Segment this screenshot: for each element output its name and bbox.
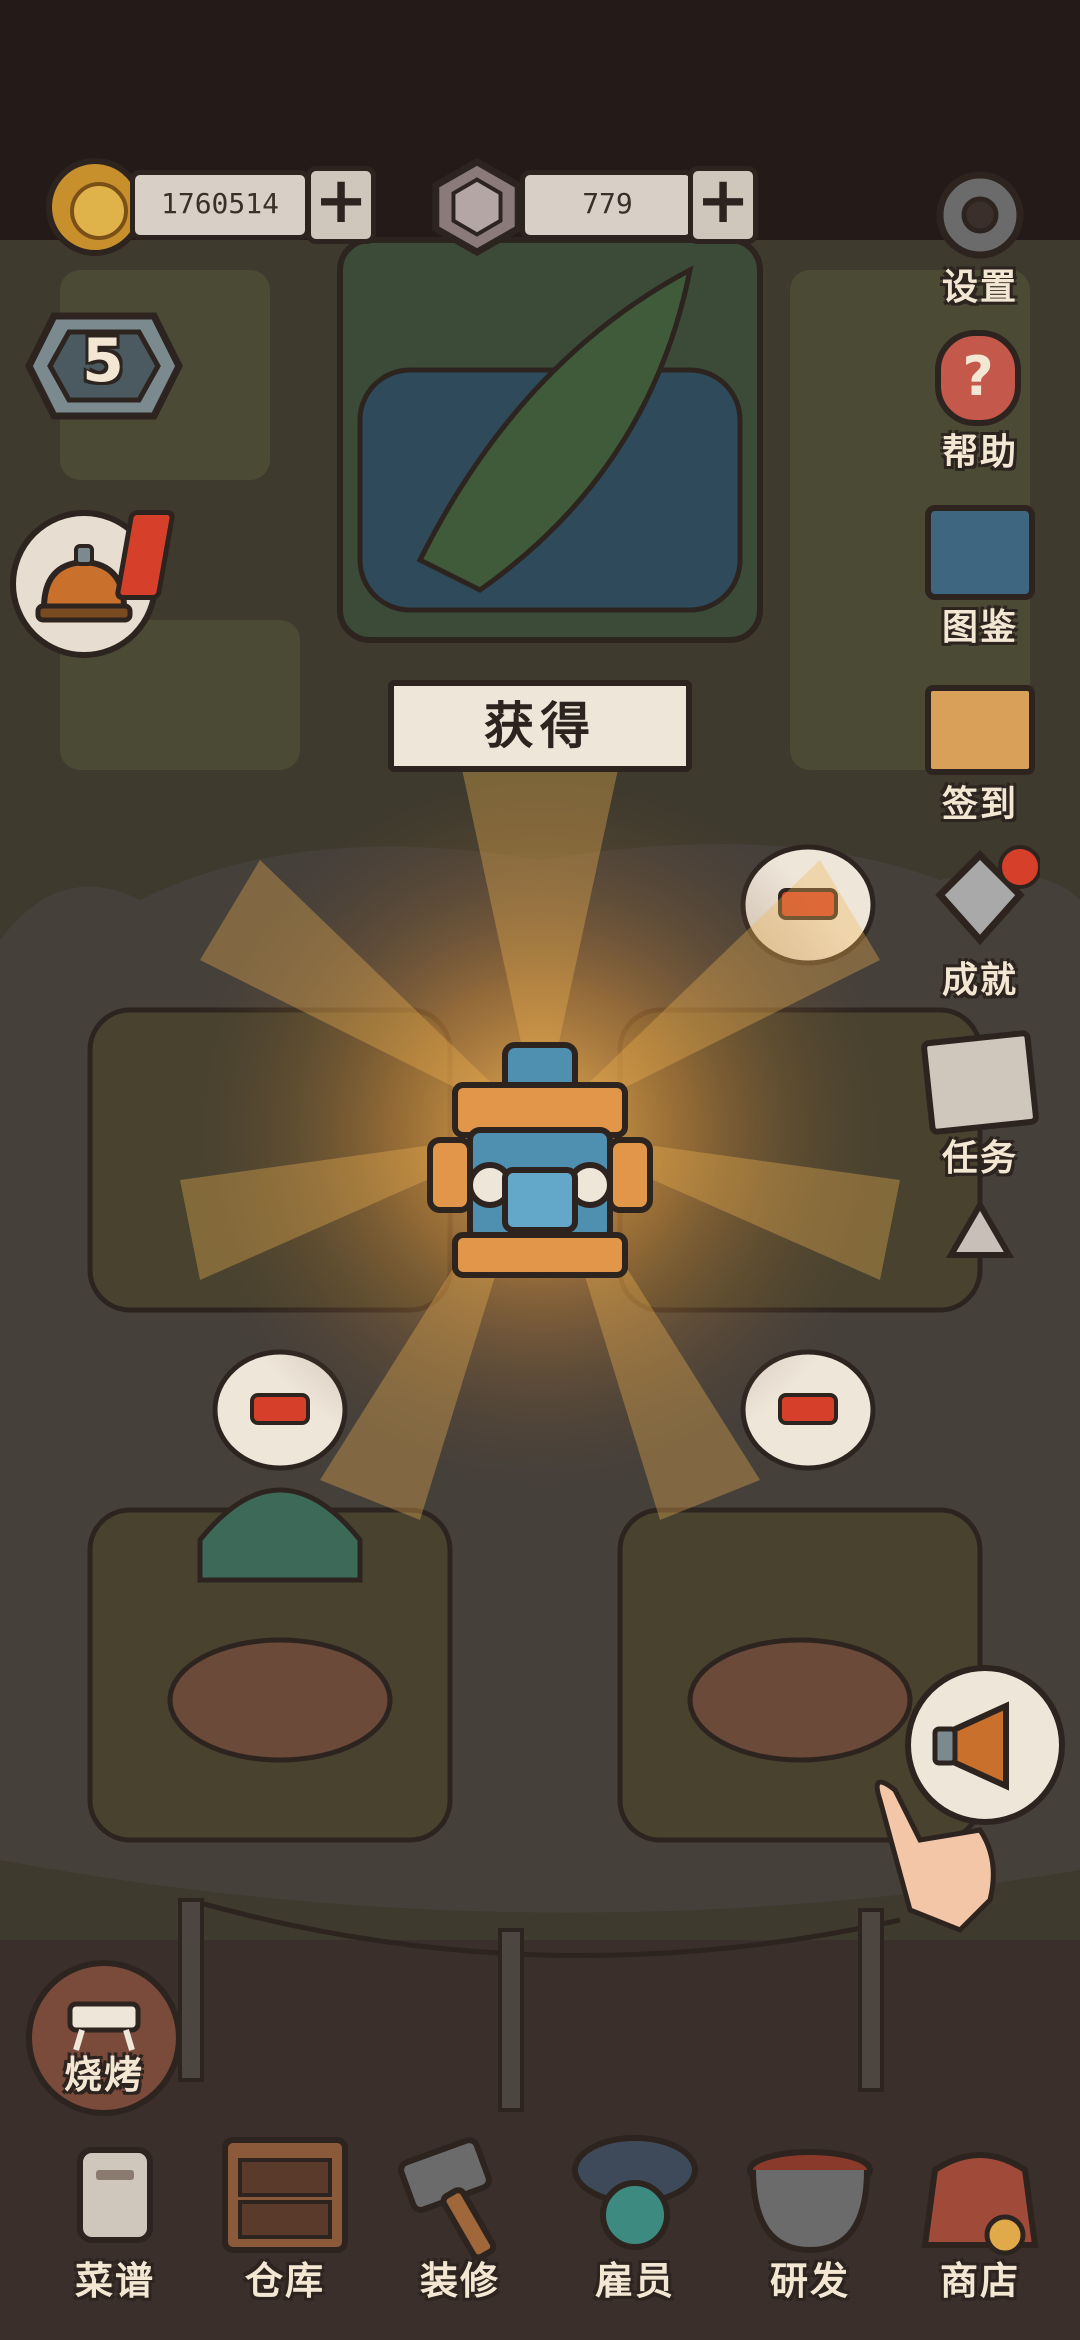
nav-recipe-label: 菜谱 (74, 2259, 155, 2303)
add-gems-button[interactable]: + (688, 166, 758, 244)
game-screen: 1760514 + 779 + 5 获得 设置 ? 帮助 图鉴 签到 成就 任务… (0, 0, 1080, 2340)
bbq-label: 烧烤 (63, 2053, 144, 2097)
hammer-icon (398, 2137, 497, 2261)
nav-employee[interactable]: 雇员 (560, 2130, 710, 2310)
reward-banner-title: 获得 (388, 680, 692, 772)
checkin-label: 签到 (941, 784, 1018, 825)
tasks-label: 任务 (941, 1138, 1018, 1179)
grill-meat-3 (167, 1637, 393, 1763)
nav-research-label: 研发 (769, 2259, 850, 2303)
help-label: 帮助 (941, 432, 1018, 473)
achievements-button[interactable]: 成就 (905, 845, 1055, 1001)
calendar-note-icon (925, 685, 1035, 775)
coin-balance-bar: 1760514 (130, 170, 310, 240)
gem-balance: 779 (582, 187, 633, 220)
level-number: 5 (82, 326, 126, 396)
post-3 (858, 1908, 884, 2092)
megaphone-icon (932, 1701, 1009, 1791)
nav-warehouse[interactable]: 仓库 (210, 2130, 360, 2310)
gem-icon (432, 158, 522, 256)
task-map-icon (920, 1029, 1040, 1136)
warehouse-cabinet-icon (222, 2137, 348, 2253)
achievements-label: 成就 (941, 960, 1018, 1001)
employee-cap-icon (572, 2135, 698, 2250)
nav-employee-label: 雇员 (594, 2259, 675, 2303)
gear-icon (936, 171, 1024, 259)
nav-research[interactable]: 研发 (735, 2130, 885, 2310)
checkin-button[interactable]: 签到 (905, 675, 1055, 825)
tasks-button[interactable]: 任务 (905, 1025, 1055, 1179)
post-2 (498, 1928, 524, 2112)
shop-bag-icon (921, 2152, 1039, 2256)
add-coins-button[interactable]: + (306, 166, 376, 244)
research-pot-icon (747, 2149, 873, 2254)
help-question-icon: ? (935, 330, 1021, 426)
crystal-trophy-icon (935, 845, 1040, 946)
grill-meat-4 (687, 1637, 913, 1763)
settings-button[interactable]: 设置 (905, 160, 1055, 310)
nav-recipe[interactable]: 菜谱 (40, 2130, 190, 2310)
help-button[interactable]: ? 帮助 (905, 325, 1055, 475)
collection-button[interactable]: 图鉴 (905, 500, 1055, 650)
coin-balance: 1760514 (160, 187, 279, 220)
megaphone-button[interactable] (905, 1665, 1065, 1825)
bbq-button[interactable]: 烧烤 (26, 1960, 182, 2116)
settings-label: 设置 (941, 267, 1018, 308)
nav-shop[interactable]: 商店 (905, 2130, 1055, 2310)
notification-dot (998, 845, 1040, 889)
nav-warehouse-label: 仓库 (244, 2259, 325, 2303)
book-icon (925, 505, 1035, 600)
post-1 (178, 1898, 204, 2082)
nav-decorate[interactable]: 装修 (385, 2130, 535, 2310)
collapse-up-arrow-icon[interactable] (945, 1195, 1015, 1265)
nav-shop-label: 商店 (939, 2259, 1020, 2303)
recipe-scroll-icon (77, 2147, 153, 2243)
gem-balance-bar: 779 (520, 170, 695, 240)
nav-decorate-label: 装修 (419, 2259, 500, 2303)
collection-label: 图鉴 (941, 607, 1018, 648)
